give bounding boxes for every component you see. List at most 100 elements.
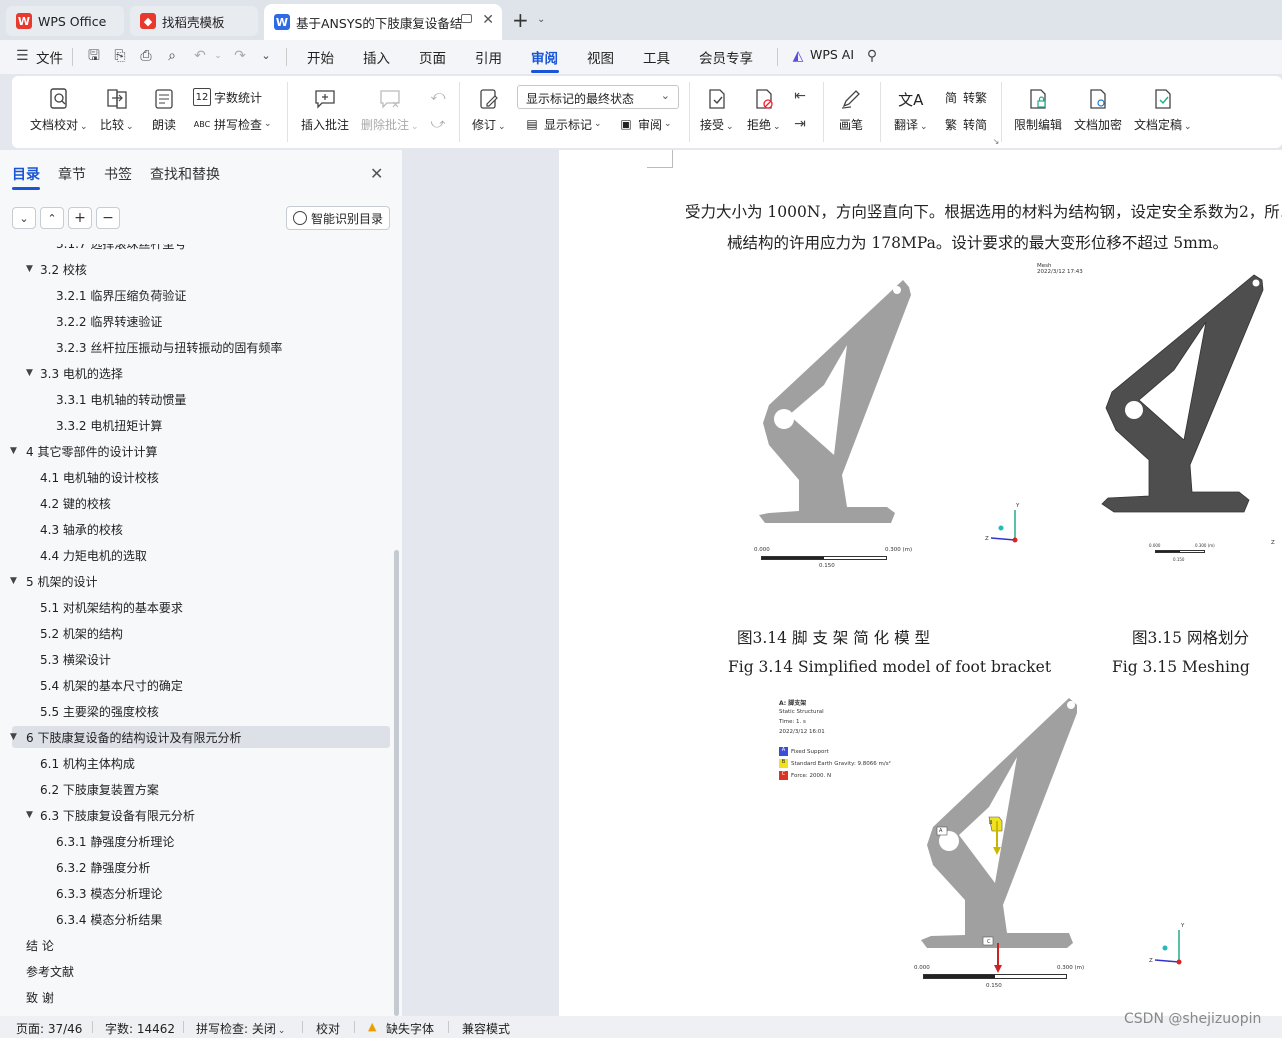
- close-icon[interactable]: ✕: [370, 164, 383, 183]
- add-heading-button[interactable]: +: [68, 207, 92, 229]
- hamburger-icon[interactable]: ☰: [16, 48, 29, 64]
- toc-scrollbar[interactable]: [394, 550, 399, 1016]
- undo-icon[interactable]: ↶: [192, 48, 208, 64]
- translate-button[interactable]: 文A 翻译 ⌄: [894, 86, 928, 133]
- review-pane-button[interactable]: ▣ 审阅 ⌄: [617, 115, 671, 133]
- word-count-button[interactable]: 12 字数统计: [193, 88, 262, 106]
- tab-templates[interactable]: ◆ 找稻壳模板: [130, 6, 258, 36]
- to-simplified-button[interactable]: 繁 转简: [942, 115, 987, 133]
- tab-find-replace[interactable]: 查找和替换: [150, 164, 220, 184]
- menu-references[interactable]: 引用: [475, 47, 502, 67]
- delete-comment-button[interactable]: 删除批注 ⌄: [361, 86, 419, 133]
- page-indicator[interactable]: 页面: 37/46: [16, 1020, 82, 1037]
- redo-icon[interactable]: ↷: [232, 48, 248, 64]
- toc-item[interactable]: ▼ 3.2 校核: [12, 258, 390, 280]
- toc-item[interactable]: ▼ 5 机架的设计: [10, 570, 390, 592]
- toc-item[interactable]: 4.2 键的校核: [12, 492, 390, 514]
- toc-item[interactable]: 5.2 机架的结构: [12, 622, 390, 644]
- undo-dropdown-icon[interactable]: ⌄: [210, 48, 226, 64]
- close-tab-icon[interactable]: ✕: [482, 12, 494, 28]
- menu-member[interactable]: 会员专享: [699, 47, 753, 67]
- remove-heading-button[interactable]: −: [96, 207, 120, 229]
- toc-item[interactable]: 致 谢: [12, 986, 390, 1008]
- toc-item[interactable]: 5.4 机架的基本尺寸的确定: [12, 674, 390, 696]
- toc-item[interactable]: ▼ 6.3 下肢康复设备有限元分析: [12, 804, 390, 826]
- menu-review[interactable]: 审阅: [531, 47, 558, 67]
- restrict-edit-button[interactable]: 限制编辑: [1014, 86, 1062, 133]
- markup-state-select[interactable]: 显示标记的最终状态 ⌄: [517, 85, 679, 109]
- toc-item[interactable]: 4.3 轴承的校核: [12, 518, 390, 540]
- expand-arrow-icon[interactable]: ▼: [10, 732, 17, 742]
- compat-mode-status[interactable]: 兼容模式: [462, 1020, 510, 1037]
- save-icon[interactable]: 🖫: [86, 48, 102, 64]
- print-preview-icon[interactable]: ⌕: [164, 48, 180, 64]
- toc-item[interactable]: 3.1.7 选择滚珠丝杆型号: [12, 244, 390, 254]
- chevron-down-icon[interactable]: ⌄: [537, 14, 545, 25]
- toc-item[interactable]: 5.1 对机架结构的基本要求: [12, 596, 390, 618]
- monitor-icon[interactable]: [461, 14, 472, 23]
- spell-check-button[interactable]: ABC 拼写检查 ⌄: [193, 115, 272, 133]
- insert-comment-button[interactable]: 插入批注: [301, 86, 349, 133]
- expand-all-button[interactable]: ⌄: [12, 207, 36, 229]
- read-aloud-button[interactable]: 朗读: [151, 86, 177, 133]
- tab-bookmarks[interactable]: 书签: [104, 164, 132, 184]
- expand-arrow-icon[interactable]: ▼: [26, 810, 33, 820]
- toc-item[interactable]: 6.3.2 静强度分析: [12, 856, 390, 878]
- toc-item[interactable]: 3.3.2 电机扭矩计算: [12, 414, 390, 436]
- expand-arrow-icon[interactable]: ▼: [10, 446, 17, 456]
- search-icon[interactable]: ⚲: [864, 48, 880, 64]
- menu-tools[interactable]: 工具: [643, 47, 670, 67]
- revise-button[interactable]: 修订 ⌄: [472, 86, 506, 133]
- to-traditional-button[interactable]: 简 转繁: [942, 88, 987, 106]
- menu-view[interactable]: 视图: [587, 47, 614, 67]
- next-comment-icon[interactable]: ⤻: [430, 116, 446, 132]
- toc-item[interactable]: 参考文献: [12, 960, 390, 982]
- menu-page[interactable]: 页面: [419, 47, 446, 67]
- toc-item[interactable]: 6.3.1 静强度分析理论: [12, 830, 390, 852]
- compare-button[interactable]: 比较 ⌄: [100, 86, 134, 133]
- toc-item[interactable]: 4.4 力矩电机的选取: [12, 544, 390, 566]
- tab-wps-office[interactable]: W WPS Office: [6, 6, 124, 36]
- menu-home[interactable]: 开始: [307, 47, 334, 67]
- doc-proof-button[interactable]: 文档校对 ⌄: [30, 86, 88, 133]
- proof-status[interactable]: 校对: [316, 1020, 340, 1037]
- collapse-all-button[interactable]: ⌃: [40, 207, 64, 229]
- menu-insert[interactable]: 插入: [363, 47, 390, 67]
- print-icon[interactable]: ⎙: [138, 48, 154, 64]
- toc-item[interactable]: 6.1 机构主体构成: [12, 752, 390, 774]
- word-count-indicator[interactable]: 字数: 14462: [105, 1020, 175, 1037]
- tab-document[interactable]: W 基于ANSYS的下肢康复设备结 ✕: [264, 4, 502, 40]
- wps-ai-icon[interactable]: ◭: [790, 48, 806, 64]
- expand-arrow-icon[interactable]: ▼: [26, 368, 33, 378]
- pen-button[interactable]: 画笔: [838, 86, 864, 133]
- toc-item[interactable]: 结 论: [12, 934, 390, 956]
- tab-chapters[interactable]: 章节: [58, 164, 86, 184]
- toc-item[interactable]: 6.3.3 模态分析理论: [12, 882, 390, 904]
- spell-check-status[interactable]: 拼写检查: 关闭 ⌄: [196, 1020, 285, 1037]
- accept-button[interactable]: 接受 ⌄: [700, 86, 734, 133]
- show-markup-button[interactable]: ▤ 显示标记 ⌄: [523, 115, 601, 133]
- reject-button[interactable]: 拒绝 ⌄: [747, 86, 781, 133]
- toc-item[interactable]: 6.2 下肢康复装置方案: [12, 778, 390, 800]
- expand-arrow-icon[interactable]: ▼: [26, 264, 33, 274]
- previous-change-icon[interactable]: ⇤: [792, 88, 808, 104]
- finalize-button[interactable]: 文档定稿 ⌄: [1134, 86, 1192, 133]
- new-tab-button[interactable]: +: [512, 8, 529, 32]
- expand-arrow-icon[interactable]: ▼: [10, 576, 17, 586]
- toc-item[interactable]: 3.2.2 临界转速验证: [12, 310, 390, 332]
- missing-font-status[interactable]: 缺失字体: [386, 1020, 434, 1037]
- smart-toc-button[interactable]: 智能识别目录: [286, 206, 390, 230]
- prev-comment-icon[interactable]: ⤺: [430, 88, 446, 104]
- tab-toc[interactable]: 目录: [12, 164, 40, 184]
- toc-item[interactable]: 5.5 主要梁的强度校核: [12, 700, 390, 722]
- toc-item[interactable]: 5.3 横梁设计: [12, 648, 390, 670]
- toc-item[interactable]: 3.2.3 丝杆拉压振动与扭转振动的固有频率: [12, 336, 390, 358]
- chevron-down-icon[interactable]: ⌄: [258, 48, 274, 64]
- encrypt-button[interactable]: 文档加密: [1074, 86, 1122, 133]
- export-icon[interactable]: ⎘: [112, 48, 128, 64]
- toc-item[interactable]: 3.2.1 临界压缩负荷验证: [12, 284, 390, 306]
- menu-wps-ai[interactable]: WPS AI: [810, 47, 854, 62]
- next-change-icon[interactable]: ⇥: [792, 116, 808, 132]
- toc-item[interactable]: ▼ 4 其它零部件的设计计算: [10, 440, 390, 462]
- toc-item[interactable]: 3.3.1 电机轴的转动惯量: [12, 388, 390, 410]
